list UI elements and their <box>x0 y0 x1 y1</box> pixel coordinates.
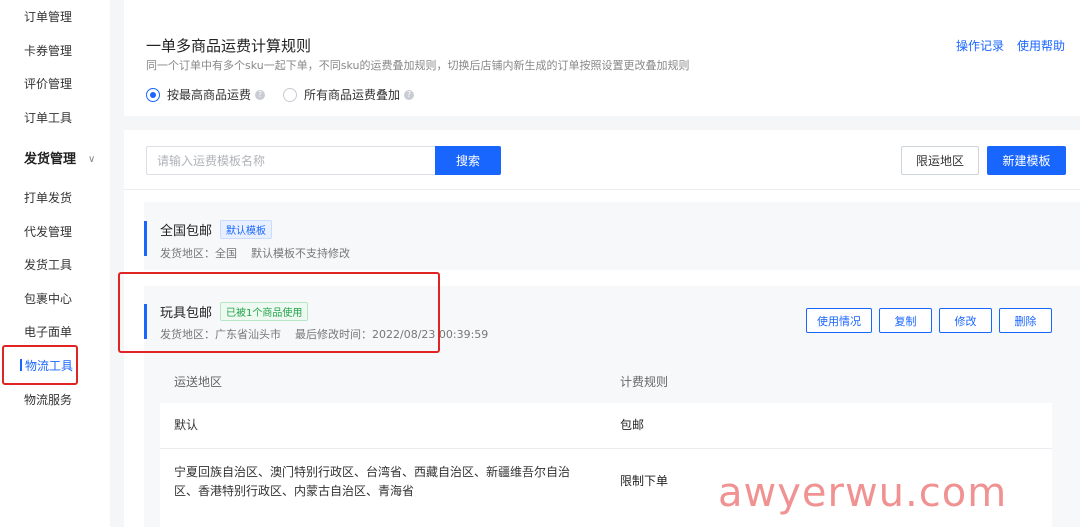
usage-help-link[interactable]: 使用帮助 <box>1017 37 1065 54</box>
operation-log-link[interactable]: 操作记录 <box>956 37 1004 54</box>
nav-dropship[interactable]: 代发管理 <box>24 224 72 240</box>
highlight-box-template <box>118 272 440 353</box>
option-sum-label[interactable]: 所有商品运费叠加 <box>304 86 400 103</box>
chevron-down-icon: ∨ <box>88 154 96 165</box>
nav-ship-tools[interactable]: 发货工具 <box>24 257 72 273</box>
copy-button[interactable]: 复制 <box>879 308 932 333</box>
usage-button[interactable]: 使用情况 <box>806 308 872 333</box>
radio-max-freight[interactable] <box>146 87 160 102</box>
nav-group-label: 发货管理 <box>24 152 77 167</box>
table-cell-rule: 包邮 <box>620 418 645 432</box>
nav-review-management[interactable]: 评价管理 <box>24 76 72 92</box>
nav-coupon-management[interactable]: 卡券管理 <box>24 43 72 59</box>
row-divider <box>160 448 1052 449</box>
new-template-button[interactable]: 新建模板 <box>987 146 1066 175</box>
nav-print-ship[interactable]: 打单发货 <box>24 190 72 206</box>
search-button[interactable]: 搜索 <box>435 146 501 175</box>
template-meta: 发货地区：全国 默认模板不支持修改 <box>160 245 364 261</box>
nav-logistics-service[interactable]: 物流服务 <box>24 392 72 408</box>
option-max-label[interactable]: 按最高商品运费 <box>167 86 251 103</box>
template-name: 全国包邮 默认模板 <box>160 220 273 239</box>
highlight-box-nav <box>2 345 78 385</box>
divider <box>124 189 1080 190</box>
help-icon[interactable]: ? <box>255 89 266 100</box>
template-name-text: 全国包邮 <box>160 224 213 239</box>
sidebar: 订单管理 卡券管理 评价管理 订单工具 发货管理 ∨ 打单发货 代发管理 发货工具… <box>0 0 110 527</box>
column-header-rule: 计费规则 <box>620 375 669 389</box>
template-region: 发货地区：全国 <box>160 247 237 260</box>
rule-options: 按最高商品运费 ? 所有商品运费叠加 ? <box>146 86 415 103</box>
nav-order-management[interactable]: 订单管理 <box>24 9 72 25</box>
nav-e-waybill[interactable]: 电子面单 <box>24 324 72 340</box>
template-search-input[interactable] <box>146 146 436 175</box>
table-header: 运送地区 计费规则 <box>160 356 1052 403</box>
freight-rule-card: 一单多商品运费计算规则 同一个订单中有多个sku一起下单，不同sku的运费叠加规… <box>124 0 1080 116</box>
delete-button[interactable]: 删除 <box>999 308 1052 333</box>
table-cell-region: 默认 <box>174 418 199 432</box>
rule-description: 同一个订单中有多个sku一起下单，不同sku的运费叠加规则，切换后店铺内新生成的… <box>146 59 690 72</box>
template-card-national: 全国包邮 默认模板 发货地区：全国 默认模板不支持修改 <box>144 202 1080 270</box>
limit-region-button[interactable]: 限运地区 <box>901 146 979 175</box>
help-icon[interactable]: ? <box>404 89 415 100</box>
table-cell-rule: 限制下单 <box>620 474 669 488</box>
column-header-region: 运送地区 <box>174 375 223 389</box>
template-accent <box>144 221 147 256</box>
nav-parcel-center[interactable]: 包裹中心 <box>24 291 72 307</box>
nav-group-shipping[interactable]: 发货管理 ∨ <box>24 152 95 169</box>
table-cell-region-cont: 区、香港特别行政区、内蒙古自治区、青海省 <box>174 484 415 498</box>
table-cell-region: 宁夏回族自治区、澳门特别行政区、台湾省、西藏自治区、新疆维吾尔自治 <box>174 465 571 479</box>
rule-title: 一单多商品运费计算规则 <box>146 37 312 55</box>
radio-sum-freight[interactable] <box>283 87 298 102</box>
watermark: awyerwu.com <box>718 470 1008 516</box>
edit-button[interactable]: 修改 <box>939 308 992 333</box>
default-template-badge: 默认模板 <box>220 220 273 239</box>
template-note: 默认模板不支持修改 <box>251 247 350 260</box>
nav-order-tools[interactable]: 订单工具 <box>24 110 72 126</box>
